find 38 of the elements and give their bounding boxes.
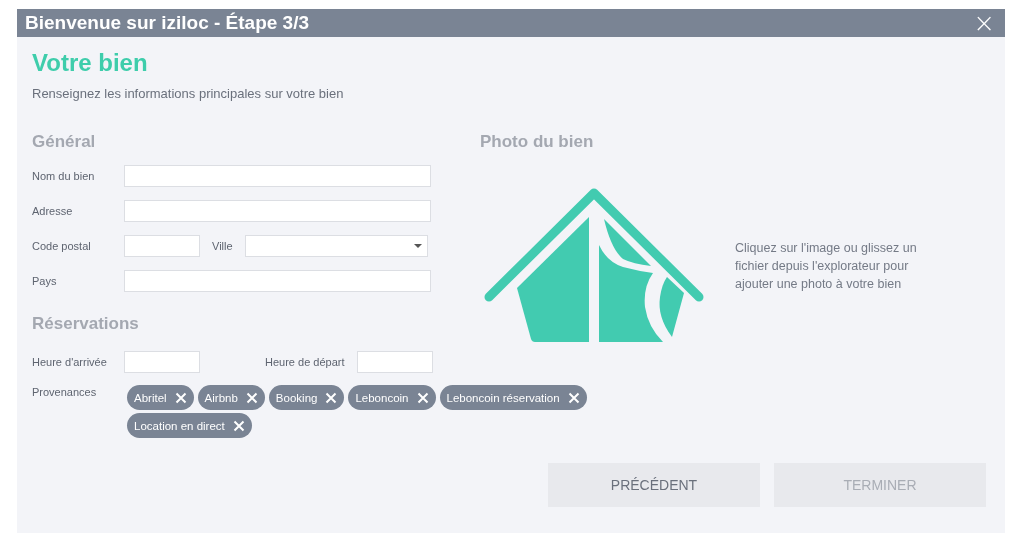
source-tag[interactable]: Airbnb: [197, 385, 265, 410]
input-field[interactable]: [124, 200, 431, 222]
remove-icon[interactable]: [567, 391, 580, 404]
house-icon[interactable]: [484, 188, 704, 342]
remove-icon[interactable]: [174, 391, 187, 404]
remove-icon[interactable]: [245, 391, 258, 404]
source-tag[interactable]: Booking: [268, 385, 345, 410]
field-label: Heure de départ: [265, 356, 345, 368]
section-heading: Photo du bien: [480, 132, 595, 152]
nav-button[interactable]: PRÉCÉDENT: [548, 463, 760, 507]
field-label: Provenances: [32, 385, 98, 400]
source-tag[interactable]: Leboncoin: [348, 385, 436, 410]
remove-icon[interactable]: [416, 391, 429, 404]
field-label: Pays: [32, 275, 58, 287]
close-button[interactable]: ×: [973, 13, 995, 33]
page-subtitle: Renseignez les informations principales sur votre bien: [32, 86, 345, 101]
remove-icon[interactable]: [232, 419, 245, 432]
field-label: Adresse: [32, 205, 74, 217]
field-label: Heure d'arrivée: [32, 356, 108, 368]
input-field[interactable]: [124, 235, 200, 257]
field-label: Ville: [212, 240, 233, 252]
page-heading: Votre bien: [32, 49, 149, 77]
time-field[interactable]: [124, 351, 200, 373]
remove-icon[interactable]: [325, 391, 338, 404]
input-field[interactable]: [124, 270, 431, 292]
source-tag[interactable]: Location en direct: [127, 413, 252, 438]
field-label: Nom du bien: [32, 170, 96, 182]
time-field[interactable]: [356, 351, 433, 373]
source-tag[interactable]: Leboncoin réservation: [439, 385, 587, 410]
window-title: Bienvenue sur iziloc - Étape 3/3: [25, 12, 310, 34]
input-field[interactable]: [124, 165, 431, 187]
section-heading: Réservations: [32, 314, 140, 334]
dropdown-field[interactable]: [244, 235, 428, 257]
caret-icon: [413, 244, 422, 248]
section-heading: Général: [32, 132, 97, 152]
source-tag[interactable]: Abritel: [127, 385, 194, 410]
field-label: Code postal: [32, 240, 92, 252]
upload-hint: Cliquez sur l'image ou glissez un fichier depuis l'explorateur pour ajouter une photo à votre bien: [735, 239, 918, 293]
